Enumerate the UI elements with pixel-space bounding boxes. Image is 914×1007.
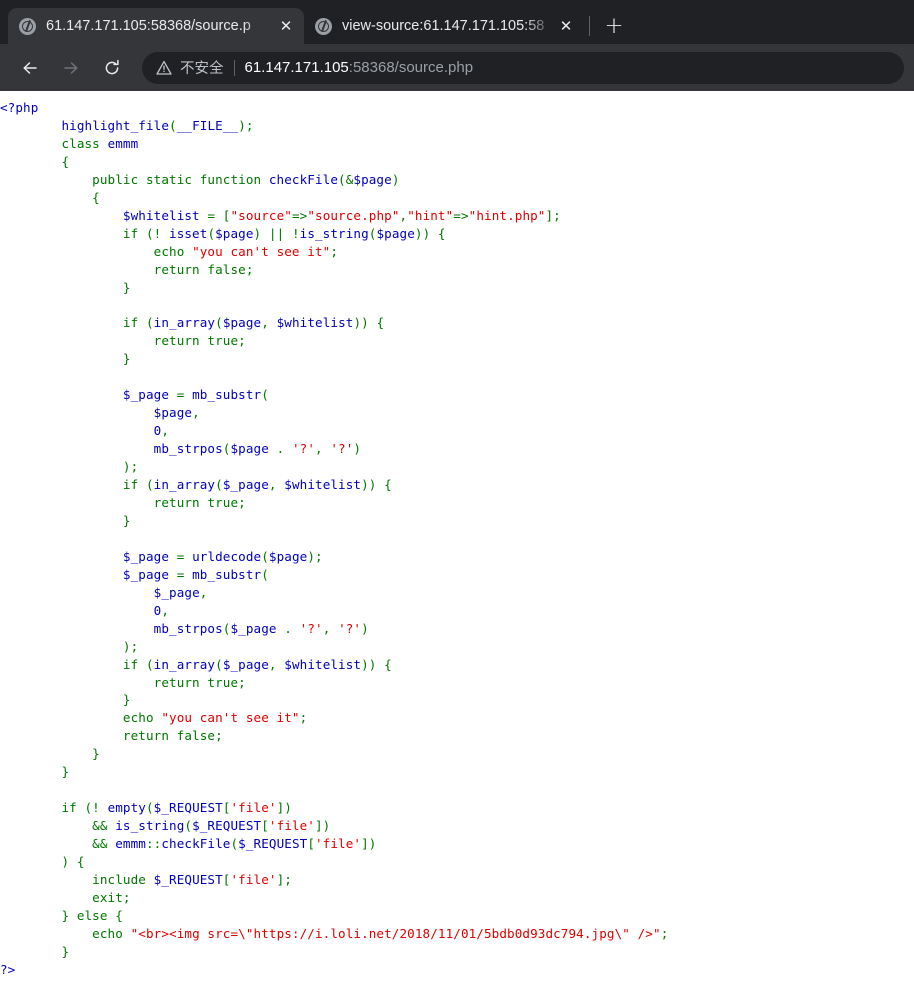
new-tab-button[interactable]: +: [599, 11, 629, 41]
browser-toolbar: 不安全 61.147.171.105:58368/source.php: [0, 44, 914, 91]
omnibox-divider: [233, 59, 235, 76]
forward-button[interactable]: [55, 52, 87, 84]
forward-arrow-icon: [61, 58, 81, 78]
close-icon[interactable]: ✕: [554, 14, 578, 38]
page-content: <?php highlight_file(__FILE__); class em…: [0, 91, 914, 1007]
security-status-label: 不安全: [180, 61, 224, 77]
tab-divider: [589, 16, 590, 36]
php-source-code: <?php highlight_file(__FILE__); class em…: [0, 100, 669, 977]
globe-icon: [19, 17, 36, 35]
url-host: 61.147.171.105: [244, 59, 349, 76]
url-path: :58368/source.php: [348, 59, 474, 76]
browser-tab-view-source[interactable]: view-source:61.147.171.105:58 ✕: [304, 8, 584, 44]
reload-arrow-icon: [102, 58, 122, 78]
back-arrow-icon: [20, 58, 40, 78]
url-text: 61.147.171.105:58368/source.php: [245, 59, 891, 76]
close-icon[interactable]: ✕: [274, 14, 298, 38]
browser-chrome: 61.147.171.105:58368/source.p ✕ view-sou…: [0, 0, 914, 91]
tab-title: 61.147.171.105:58368/source.p: [46, 18, 251, 34]
warning-triangle-icon[interactable]: [156, 60, 172, 76]
globe-icon: [315, 17, 332, 35]
back-button[interactable]: [14, 52, 46, 84]
tab-strip: 61.147.171.105:58368/source.p ✕ view-sou…: [0, 0, 914, 44]
reload-button[interactable]: [96, 52, 128, 84]
address-bar[interactable]: 不安全 61.147.171.105:58368/source.php: [142, 51, 904, 84]
browser-tab-active[interactable]: 61.147.171.105:58368/source.p ✕: [8, 8, 304, 44]
tab-title: view-source:61.147.171.105:58: [342, 18, 545, 34]
